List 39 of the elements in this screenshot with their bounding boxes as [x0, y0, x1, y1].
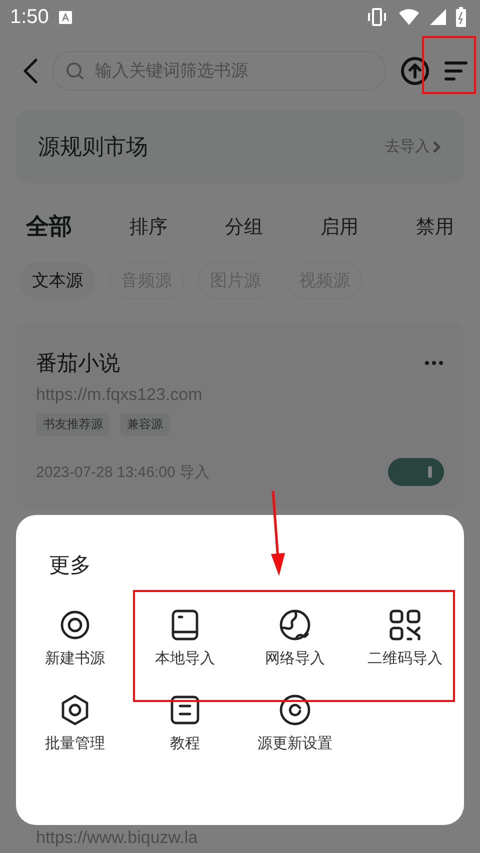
filter-tab[interactable]: 排序 — [130, 207, 168, 246]
upload-icon[interactable] — [400, 56, 430, 86]
search-icon — [66, 62, 84, 80]
vibrate-icon — [366, 8, 388, 26]
sort-icon[interactable] — [444, 61, 468, 81]
menu-item[interactable]: 教程 — [130, 694, 240, 753]
source-tag: 书友推荐源 — [36, 413, 110, 436]
qr-code-icon — [389, 609, 421, 641]
hexagon-gear-icon — [59, 694, 91, 726]
chevron-icon — [432, 140, 442, 154]
market-title: 源规则市场 — [38, 134, 149, 162]
refresh-icon — [279, 694, 311, 726]
filter-tab[interactable]: 启用 — [320, 207, 358, 246]
menu-item[interactable]: 源更新设置 — [240, 694, 350, 753]
signal-icon — [430, 9, 446, 25]
type-chip[interactable]: 文本源 — [20, 262, 95, 299]
back-icon[interactable] — [22, 58, 38, 84]
notification-icon — [58, 10, 72, 24]
wifi-icon — [398, 8, 420, 26]
filter-tab[interactable]: 全部 — [26, 207, 72, 246]
menu-item[interactable]: 网络导入 — [240, 609, 350, 668]
sheet-title: 更多 — [49, 552, 92, 579]
book-icon — [169, 609, 201, 641]
menu-item[interactable]: 二维码导入 — [350, 609, 460, 668]
source-tag: 兼容源 — [120, 413, 170, 436]
filter-tab[interactable]: 禁用 — [416, 207, 454, 246]
globe-icon — [279, 609, 311, 641]
clock: 1:50 — [10, 6, 49, 28]
target-icon — [59, 609, 91, 641]
source-name: 番茄小说 — [36, 350, 121, 377]
menu-item[interactable]: 新建书源 — [20, 609, 130, 668]
menu-item[interactable]: 本地导入 — [130, 609, 240, 668]
document-icon — [169, 694, 201, 726]
more-icon[interactable] — [424, 360, 444, 366]
filter-tab[interactable]: 分组 — [225, 207, 263, 246]
enable-toggle[interactable] — [388, 458, 444, 486]
highlight-box — [422, 36, 476, 94]
menu-item[interactable]: 批量管理 — [20, 694, 130, 753]
battery-icon — [456, 7, 466, 27]
